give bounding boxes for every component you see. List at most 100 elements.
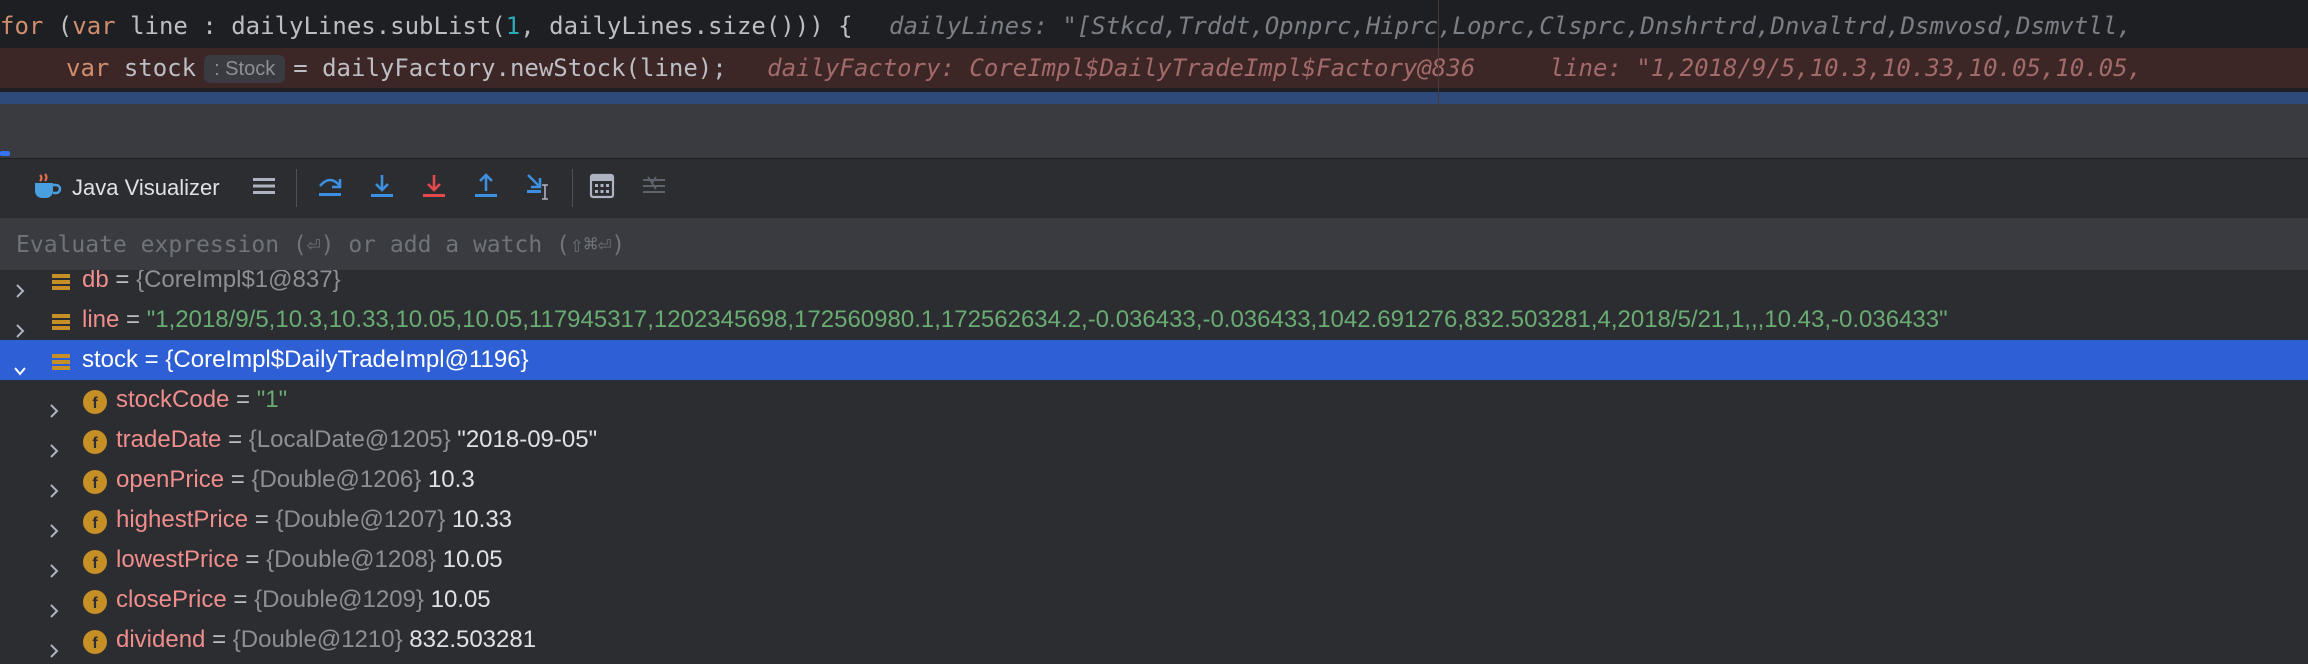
- field-icon: f: [82, 428, 108, 454]
- equals-sign: =: [229, 386, 257, 413]
- object-reference: {Double@1207}: [275, 506, 446, 533]
- drag-handle[interactable]: [0, 151, 10, 156]
- variable-row[interactable]: db = {CoreImpl$1@837}: [0, 270, 2308, 300]
- variable-row[interactable]: line = "1,2018/9/5,10.3,10.33,10.05,10.0…: [0, 300, 2308, 340]
- variable-row[interactable]: stock = {CoreImpl$DailyTradeImpl@1196}: [0, 340, 2308, 380]
- variable-name: db: [82, 270, 109, 293]
- code-number: 1: [505, 12, 521, 40]
- object-reference: {Double@1206}: [251, 466, 422, 493]
- variable-text: openPrice = {Double@1206} 10.3: [116, 460, 475, 500]
- run-to-cursor-button[interactable]: [524, 172, 554, 204]
- equals-sign: =: [248, 506, 276, 533]
- chevron-right-icon[interactable]: [46, 592, 62, 618]
- frames-button[interactable]: [250, 172, 278, 204]
- variable-icon: [48, 270, 74, 294]
- evaluate-watch-bar: [0, 218, 2308, 272]
- java-visualizer-icon: [30, 171, 64, 206]
- chevron-right-icon[interactable]: [46, 632, 62, 658]
- field-row[interactable]: f stockCode = "1": [0, 380, 2308, 420]
- chevron-right-icon[interactable]: [46, 552, 62, 578]
- chevron-right-icon[interactable]: [46, 512, 62, 538]
- variable-text: tradeDate = {LocalDate@1205} "2018-09-05…: [116, 420, 597, 460]
- trace-current-stream-button[interactable]: [640, 172, 668, 204]
- inline-debug-value-dailyfactory[interactable]: dailyFactory: CoreImpl$DailyTradeImpl$Fa…: [767, 54, 1475, 82]
- code-line-partial: [0, 92, 2308, 104]
- evaluate-expression-icon: [588, 172, 616, 205]
- field-icon: f: [82, 508, 108, 534]
- evaluate-expression-button[interactable]: [588, 172, 616, 204]
- variables-tree[interactable]: db = {CoreImpl$1@837} line = "1,2018/9/5,…: [0, 270, 2308, 664]
- keyword-var: var: [66, 54, 110, 82]
- chevron-right-icon[interactable]: [46, 472, 62, 498]
- object-reference: {LocalDate@1205}: [248, 426, 451, 453]
- toolbar-divider: [296, 169, 297, 207]
- variable-text: highestPrice = {Double@1207} 10.33: [116, 500, 512, 540]
- run-to-cursor-icon: [524, 171, 554, 206]
- svg-text:f: f: [92, 595, 98, 612]
- evaluate-expression-input[interactable]: [14, 218, 2298, 272]
- field-row[interactable]: f lowestPrice = {Double@1208} 10.05: [0, 540, 2308, 580]
- svg-text:f: f: [92, 555, 98, 572]
- step-over-icon: [316, 172, 344, 205]
- field-row[interactable]: f closePrice = {Double@1209} 10.05: [0, 580, 2308, 620]
- variable-value: 10.3: [421, 466, 475, 493]
- field-icon: f: [82, 588, 108, 614]
- code-line-current-execution[interactable]: var stock: Stock = dailyFactory.newStock(…: [0, 48, 2308, 88]
- svg-text:f: f: [92, 435, 98, 452]
- java-visualizer-button[interactable]: Java Visualizer: [30, 172, 220, 204]
- code-line-for-loop[interactable]: for (var line : dailyLines.subList(1, da…: [0, 6, 2308, 46]
- inline-debug-value-line[interactable]: line: "1,2018/9/5,10.3,10.33,10.05,10.05…: [1550, 54, 2142, 82]
- inline-debug-value-dailylines[interactable]: dailyLines: "[Stkcd,Trddt,Opnprc,Hiprc,L…: [889, 12, 2132, 40]
- object-reference: {Double@1209}: [254, 586, 424, 613]
- field-icon: f: [82, 388, 108, 414]
- field-icon: f: [82, 628, 108, 654]
- field-icon: f: [82, 468, 108, 494]
- step-into-button[interactable]: [368, 172, 396, 204]
- variable-icon: [48, 308, 74, 334]
- variable-name: closePrice: [116, 586, 227, 613]
- inlay-type-hint: : Stock: [204, 55, 286, 83]
- variable-name: stockCode: [116, 386, 230, 413]
- variable-text: line = "1,2018/9/5,10.3,10.33,10.05,10.0…: [82, 300, 1948, 340]
- variable-text: dividend = {Double@1210} 832.503281: [116, 620, 536, 660]
- variable-value: "1": [256, 386, 288, 413]
- chevron-right-icon[interactable]: [46, 432, 62, 458]
- svg-text:f: f: [92, 395, 98, 412]
- variable-value: "1,2018/9/5,10.3,10.33,10.05,10.05,11794…: [146, 306, 1948, 333]
- field-row[interactable]: f tradeDate = {LocalDate@1205} "2018-09-0…: [0, 420, 2308, 460]
- force-step-into-button[interactable]: [420, 172, 448, 204]
- field-row[interactable]: f openPrice = {Double@1206} 10.3: [0, 460, 2308, 500]
- code-paren: (: [43, 12, 73, 40]
- equals-sign: =: [221, 426, 249, 453]
- object-reference: {CoreImpl$DailyTradeImpl@1196}: [165, 346, 529, 373]
- chevron-down-icon[interactable]: [12, 352, 28, 376]
- variable-name: openPrice: [116, 466, 225, 493]
- step-over-button[interactable]: [316, 172, 344, 204]
- field-row[interactable]: f highestPrice = {Double@1207} 10.33: [0, 500, 2308, 540]
- equals-sign: =: [224, 466, 252, 493]
- code-editor[interactable]: for (var line : dailyLines.subList(1, da…: [0, 0, 2308, 104]
- variable-text: db = {CoreImpl$1@837}: [82, 270, 341, 300]
- chevron-right-icon[interactable]: [12, 272, 28, 298]
- variable-name: highestPrice: [116, 506, 249, 533]
- variable-text: closePrice = {Double@1209} 10.05: [116, 580, 491, 620]
- frames-icon: [250, 172, 278, 205]
- svg-text:f: f: [92, 475, 98, 492]
- equals-sign: =: [138, 346, 166, 373]
- trace-current-stream-icon: [640, 172, 668, 205]
- object-reference: {CoreImpl$1@837}: [136, 270, 341, 293]
- variable-value: 10.33: [445, 506, 513, 533]
- right-margin-guide: [1438, 0, 1439, 104]
- variable-icon: [48, 348, 74, 374]
- svg-text:f: f: [92, 515, 98, 532]
- keyword-var: var: [72, 12, 116, 40]
- field-row[interactable]: f dividend = {Double@1210} 832.503281: [0, 620, 2308, 660]
- step-out-button[interactable]: [472, 172, 500, 204]
- equals-sign: =: [108, 270, 137, 293]
- chevron-right-icon[interactable]: [12, 312, 28, 338]
- variable-name: line: [82, 306, 120, 333]
- chevron-right-icon[interactable]: [46, 392, 62, 418]
- editor-panel-separator[interactable]: [0, 104, 2308, 158]
- variable-text: stock = {CoreImpl$DailyTradeImpl@1196}: [82, 340, 529, 380]
- variable-value: 10.05: [423, 586, 491, 613]
